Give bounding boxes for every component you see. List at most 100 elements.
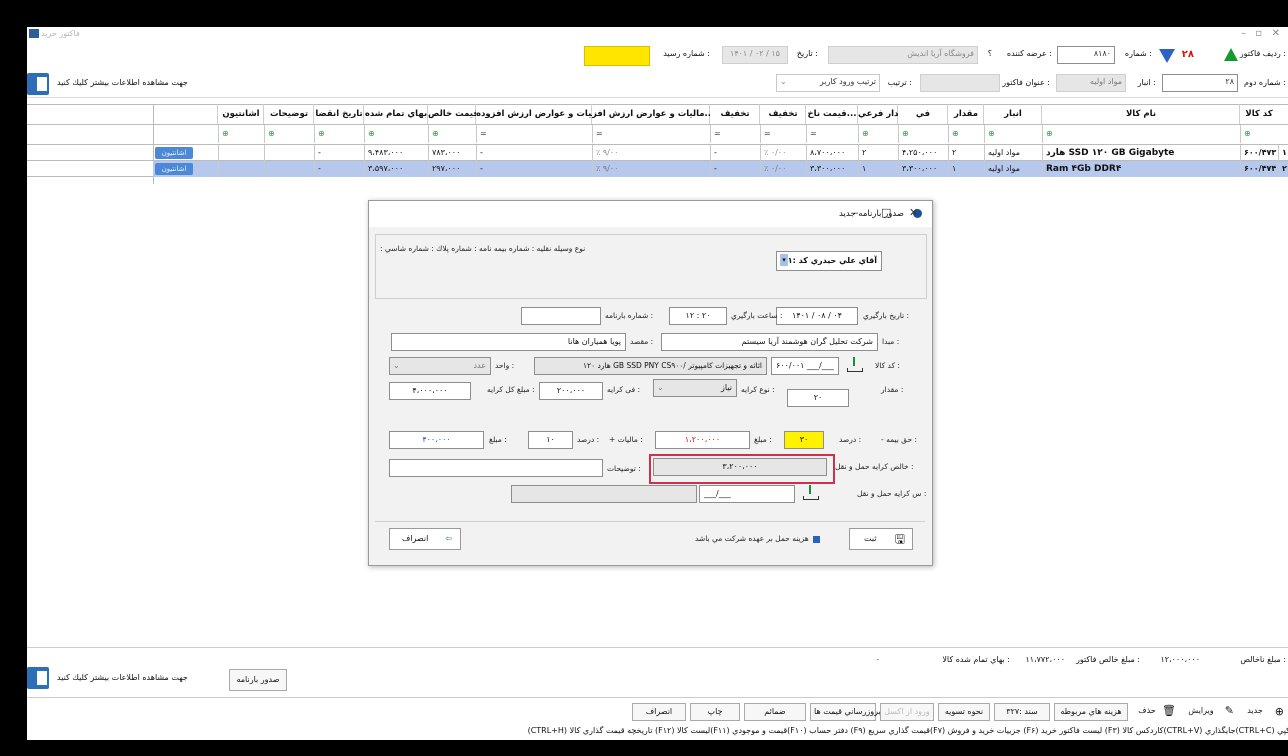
driver-value: آقاي علي حيدري كد :۱ <box>787 256 877 265</box>
warehouse-field[interactable]: مواد اوليه <box>1056 74 1126 92</box>
info-panel-icon[interactable] <box>27 667 49 689</box>
cancel-button[interactable]: انصراف <box>632 703 686 721</box>
col-qty[interactable]: مقدار <box>947 104 984 124</box>
download-icon[interactable] <box>845 355 863 373</box>
maximize-icon[interactable]: □ <box>881 206 891 219</box>
print-button[interactable]: چاپ <box>690 703 740 721</box>
edit-button[interactable]: ويرايش <box>1182 703 1220 721</box>
insurance-percent-field[interactable]: ۳۰ <box>784 431 824 449</box>
destination-field[interactable]: پويا همياران هانا <box>391 333 626 351</box>
gift-button[interactable]: اشانتيون <box>155 163 193 175</box>
arrow-up-icon[interactable] <box>1224 48 1238 61</box>
origin-field[interactable]: شركت تحليل گران هوشمند آريا سيستم <box>661 333 878 351</box>
col-sub-qty[interactable]: مقدار فرعي <box>857 104 898 124</box>
trash-icon[interactable]: 🗑 <box>1162 704 1176 717</box>
document-button[interactable]: سند :۳۲۷ <box>994 703 1050 721</box>
filter-cell[interactable]: = <box>592 125 710 143</box>
arrow-down-icon[interactable] <box>1159 49 1175 63</box>
waybill-number-field[interactable] <box>521 307 601 325</box>
cancel-button[interactable]: ⇦ انصراف <box>389 528 461 550</box>
col-name[interactable]: نام كالا <box>1041 104 1240 124</box>
order-select[interactable]: ⌄ ترتيب ورود كاربر <box>776 74 880 92</box>
filter-cell[interactable]: ⊕ <box>314 125 364 143</box>
invoice-title-field[interactable] <box>920 74 1000 92</box>
filter-cell[interactable]: ⊕ <box>1042 125 1240 143</box>
fare-total-field[interactable]: ۴،۰۰۰،۰۰۰ <box>389 382 471 400</box>
filter-cell[interactable]: ⊕ <box>364 125 428 143</box>
filter-cell[interactable]: ⊕ <box>984 125 1042 143</box>
insurance-amount-field[interactable]: ۱،۲۰۰،۰۰۰ <box>655 431 750 449</box>
driver-select[interactable]: ▾ آقاي علي حيدري كد :۱ <box>776 251 882 271</box>
gift-button[interactable]: اشانتيون <box>155 147 193 159</box>
download-icon[interactable] <box>801 483 819 501</box>
filter-cell[interactable]: ⊕ <box>428 125 476 143</box>
add-icon[interactable]: ⊕ <box>1275 705 1284 718</box>
filter-cell[interactable]: ⊕ <box>948 125 984 143</box>
col-vat[interactable]: ماليات و عوارض ارزش افزوده <box>475 104 592 124</box>
new-button[interactable]: جديد <box>1238 703 1272 721</box>
table-row[interactable]: ۱ ۶۰۰/۴۷۳ هارد SSD ۱۲۰ GB Gigabyte مواد … <box>153 145 1288 161</box>
company-pays-checkbox[interactable]: هزينه حمل بر عهده شركت مي باشد <box>695 534 821 543</box>
filter-cell[interactable]: = <box>710 125 760 143</box>
settlement-button[interactable]: نحوه تسويه <box>938 703 990 721</box>
col-price[interactable]: في <box>897 104 948 124</box>
col-vat-pct[interactable]: ماليات و عوارض ارزش افز... <box>591 104 710 124</box>
col-warehouse[interactable]: انبار <box>983 104 1042 124</box>
description-field[interactable] <box>389 459 603 477</box>
minimize-icon[interactable]: – <box>853 206 859 219</box>
qty-field[interactable]: ۲۰ <box>787 389 849 407</box>
fare-rate-field[interactable]: ۲۰۰،۰۰۰ <box>539 382 603 400</box>
supplier-code-field[interactable]: ۸۱۸۰ <box>1057 46 1115 64</box>
import-excel-button[interactable]: ورود از اكسل <box>880 703 934 721</box>
load-time-field[interactable]: ۱۲ : ۲۰ <box>669 307 727 325</box>
filter-cell[interactable]: = <box>806 125 858 143</box>
receipt-number-field[interactable] <box>584 46 650 66</box>
supplier-label: عرضه كننده : <box>1006 49 1052 58</box>
delete-button[interactable]: حذف <box>1132 703 1162 721</box>
unit-select[interactable]: ⌄ عدد <box>389 357 491 375</box>
filter-cell[interactable]: ⊕ <box>1240 125 1278 143</box>
number-label: شماره : <box>1124 49 1152 58</box>
table-row[interactable]: ۲ ۶۰۰/۴۷۴ Ram ۴Gb DDR۴ مواد اوليه ۱ ۳،۳۰… <box>153 161 1288 177</box>
col-expiry[interactable]: تاريخ انقضا <box>313 104 364 124</box>
update-prices-button[interactable]: بروزرساني قيمت ها <box>810 703 881 721</box>
cell-price: ۴،۲۵۰،۰۰۰ <box>898 145 948 161</box>
close-icon[interactable]: ✕ <box>909 206 918 219</box>
document-field[interactable]: ___/___ <box>699 485 795 503</box>
tax-amount-field[interactable]: ۴۰۰،۰۰۰ <box>389 431 484 449</box>
more-info-link[interactable]: جهت مشاهده اطلاعات بيشتر كليك كنيد <box>57 78 188 87</box>
col-gift[interactable]: اشانتيون <box>217 104 264 124</box>
date-field[interactable]: ۱۴۰۱ / ۰۲ / ۱۵ <box>722 46 788 64</box>
edit-icon[interactable]: ✎ <box>1225 704 1234 717</box>
item-code-field[interactable]: ۶۰۰/۰۰۱ ___/___ <box>771 357 839 375</box>
col-discount[interactable]: تخفيف <box>709 104 760 124</box>
filter-cell[interactable]: = <box>760 125 806 143</box>
load-date-field[interactable]: ۱۴۰۱ / ۰۸ / ۰۴ <box>776 307 858 325</box>
fare-type-label: نوع كرايه : <box>741 385 775 394</box>
col-description[interactable]: توضيحات <box>263 104 314 124</box>
info-panel-icon[interactable] <box>27 73 49 95</box>
col-code[interactable]: كد كالا <box>1239 104 1278 124</box>
close-icon[interactable]: ✕ <box>1272 28 1280 39</box>
cell-vat-amount: ۲۹۷،۰۰۰ <box>428 161 476 177</box>
maximize-icon[interactable]: ▫ <box>1255 28 1262 39</box>
save-button[interactable]: 🖫 ثبت <box>849 528 913 550</box>
minimize-icon[interactable]: – <box>1241 28 1246 39</box>
col-discount-pct[interactable]: تخفيف <box>759 104 806 124</box>
col-net[interactable]: قيمت خالص <box>427 104 476 124</box>
more-info-link[interactable]: جهت مشاهده اطلاعات بيشتر كليك كنيد <box>57 673 188 682</box>
filter-cell[interactable]: = <box>476 125 592 143</box>
col-gross[interactable]: قيمت ناخ... <box>805 104 858 124</box>
fare-type-select[interactable]: ⌄ نياز <box>653 379 737 397</box>
issue-waybill-button[interactable]: صدور بارنامه <box>229 669 287 691</box>
filter-cell[interactable]: ⊕ <box>264 125 314 143</box>
col-cost[interactable]: بهاي تمام شده <box>363 104 428 124</box>
filter-cell[interactable]: ⊕ <box>858 125 898 143</box>
filter-cell[interactable]: ⊕ <box>898 125 948 143</box>
attachments-button[interactable]: ضمائم <box>744 703 806 721</box>
filter-cell[interactable]: ⊕ <box>218 125 264 143</box>
second-number-field[interactable]: ۲۸ <box>1162 74 1238 92</box>
related-costs-button[interactable]: هزينه هاي مربوطه <box>1054 703 1128 721</box>
tax-percent-field[interactable]: ۱۰ <box>528 431 573 449</box>
cell-vat-pct: ٪ ۹/۰۰ <box>592 161 710 177</box>
